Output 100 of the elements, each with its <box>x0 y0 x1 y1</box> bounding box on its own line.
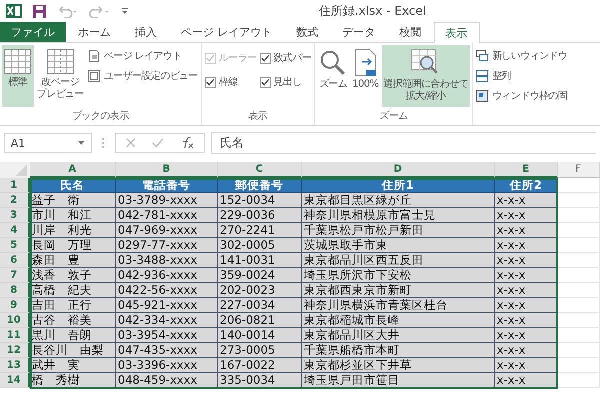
table-cell: 152-0034 <box>218 193 302 208</box>
page-grid-icon <box>46 49 74 75</box>
view-button[interactable]: 100% <box>350 45 381 107</box>
ribbon-tab[interactable]: ページ レイアウト <box>169 22 284 42</box>
page-arrow-icon <box>354 49 378 77</box>
window-pane-icon <box>476 90 490 102</box>
row-header[interactable]: 11 <box>0 328 30 343</box>
checkmark-icon <box>260 78 270 86</box>
table-cell: 0422-56-xxxx <box>116 283 218 298</box>
column-header[interactable]: D <box>302 162 495 178</box>
ribbon-tab[interactable]: 校閲 <box>388 22 434 42</box>
row-header[interactable]: 8 <box>0 283 30 298</box>
row-header[interactable]: 12 <box>0 343 30 358</box>
ribbon-tab[interactable]: データ <box>330 22 388 42</box>
row-header[interactable]: 6 <box>0 253 30 268</box>
customize-caret-icon[interactable] <box>121 6 129 16</box>
table-cell: x-x-x <box>495 328 558 343</box>
ribbon-button[interactable]: 整列 <box>475 67 568 85</box>
group-label: ズーム <box>378 110 409 124</box>
table-cell: 042-936-xxxx <box>116 268 218 283</box>
ribbon-button[interactable]: 新しいウィンドウ <box>475 47 568 65</box>
table-cell: 吉田 正行 <box>30 298 116 313</box>
table-cell: x-x-x <box>495 373 558 388</box>
view-button[interactable]: 標準 <box>2 45 34 107</box>
checkbox[interactable]: 数式バー <box>258 47 312 69</box>
table-cell: 長岡 万理 <box>30 238 116 253</box>
window-title: 住所録.xlsx - Excel <box>319 2 426 20</box>
table-cell: 206-0821 <box>218 313 302 328</box>
table-cell: 古谷 裕美 <box>30 313 116 328</box>
column-header[interactable]: C <box>218 162 302 178</box>
table-cell: 東京都西東京市新町 <box>302 283 495 298</box>
undo-icon[interactable] <box>57 4 79 18</box>
checkmark-icon <box>206 78 216 86</box>
table-cell: 埼玉県所沢市下安松 <box>302 268 495 283</box>
table-cell: 東京都品川区西五反田 <box>302 253 495 268</box>
table-cell: 270-2241 <box>218 223 302 238</box>
row-header[interactable]: 4 <box>0 223 30 238</box>
row-header[interactable]: 5 <box>0 238 30 253</box>
column-header[interactable]: B <box>116 162 218 178</box>
save-icon[interactable] <box>32 4 47 18</box>
table-cell: x-x-x <box>495 268 558 283</box>
table-cell: 長谷川 由梨 <box>30 343 116 358</box>
select-all-icon[interactable] <box>0 162 30 178</box>
table-cell: 047-435-xxxx <box>116 343 218 358</box>
table-cell: 森田 豊 <box>30 253 116 268</box>
drag-handle-icon[interactable] <box>102 137 105 149</box>
row-header[interactable]: 14 <box>0 373 30 388</box>
group-label: ブックの表示 <box>71 110 130 124</box>
enter-check-icon[interactable] <box>152 138 164 148</box>
table-cell: 0297-77-xxxx <box>116 238 218 253</box>
ribbon-tab[interactable]: 表示 <box>434 22 480 43</box>
column-header[interactable]: A <box>30 162 116 178</box>
view-button[interactable]: 改ページ プレビュー <box>35 45 86 107</box>
cancel-icon[interactable] <box>126 138 136 148</box>
excel-logo-icon <box>6 3 22 19</box>
table-cell: 202-0023 <box>218 283 302 298</box>
ribbon-tab[interactable]: ホーム <box>66 22 123 42</box>
checkbox[interactable]: 枠線 <box>204 71 258 93</box>
table-cell: 042-334-xxxx <box>116 313 218 328</box>
table-cell: 益子 衛 <box>30 193 116 208</box>
checkmark-icon <box>206 54 216 62</box>
table-cell: 227-0034 <box>218 298 302 313</box>
table-cell: 武井 実 <box>30 358 116 373</box>
row-header[interactable]: 9 <box>0 298 30 313</box>
column-header[interactable]: E <box>495 162 558 178</box>
table-cell: x-x-x <box>495 298 558 313</box>
ribbon-button[interactable]: ユーザー設定のビュー <box>87 67 200 85</box>
row-header[interactable]: 10 <box>0 313 30 328</box>
name-box[interactable]: A1 <box>4 133 92 153</box>
row-header[interactable]: 3 <box>0 208 30 223</box>
table-cell: 高橋 紀夫 <box>30 283 116 298</box>
view-button[interactable]: 選択範囲に合わせて 拡大/縮小 <box>382 45 470 107</box>
table-cell: 03-3954-xxxx <box>116 328 218 343</box>
formula-input-field[interactable]: 氏名 <box>211 132 596 154</box>
table-cell: 335-0034 <box>218 373 302 388</box>
column-header[interactable]: F <box>558 162 600 178</box>
ribbon-button[interactable]: ページ レイアウト <box>87 47 200 65</box>
page-icon <box>88 50 102 62</box>
table-cell: 川岸 利光 <box>30 223 116 238</box>
ribbon-button[interactable]: ウィンドウ枠の固 <box>475 87 568 105</box>
view-button[interactable]: ズーム <box>317 45 350 107</box>
table-cell: x-x-x <box>495 343 558 358</box>
ribbon-tab[interactable]: ファイル <box>0 22 66 42</box>
table-cell: 048-459-xxxx <box>116 373 218 388</box>
redo-icon[interactable] <box>89 4 111 18</box>
row-header[interactable]: 2 <box>0 193 30 208</box>
windows-icon <box>476 50 490 62</box>
ribbon-tab[interactable]: 数式 <box>284 22 330 42</box>
row-header[interactable]: 1 <box>0 178 30 193</box>
table-cell: 千葉県船橋市本町 <box>302 343 495 358</box>
group-label: 表示 <box>248 110 269 124</box>
row-header[interactable]: 7 <box>0 268 30 283</box>
row-header[interactable]: 13 <box>0 358 30 373</box>
table-cell: 茨城県取手市東 <box>302 238 495 253</box>
insert-function-icon[interactable] <box>180 137 194 149</box>
table-cell: 045-921-xxxx <box>116 298 218 313</box>
ribbon-tab[interactable]: 挿入 <box>123 22 169 42</box>
checkbox[interactable]: 見出し <box>258 71 312 93</box>
table-cell: x-x-x <box>495 208 558 223</box>
table-cell: 市川 和江 <box>30 208 116 223</box>
